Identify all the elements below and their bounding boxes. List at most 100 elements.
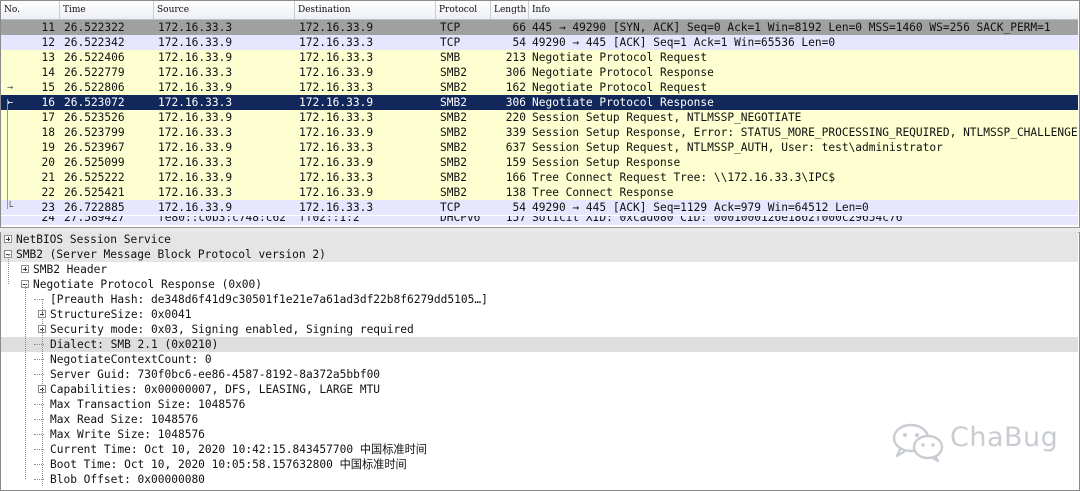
packet-row[interactable]: 21 26.525222 172.16.33.9 172.16.33.3 SMB2 166… [1, 170, 1078, 185]
column-header-destination[interactable]: Destination [294, 1, 435, 19]
packet-cell-proto: SMB2 [440, 141, 467, 154]
packet-list[interactable]: No. Time Source Destination Protocol Len… [1, 1, 1078, 227]
packet-cell-time: 26.525421 [64, 186, 125, 199]
packet-cell-dst: 172.16.33.3 [299, 51, 374, 64]
packet-cell-info: Negotiate Protocol Response [532, 96, 714, 109]
packet-cell-len: 162 [505, 81, 526, 94]
tree-item[interactable]: Security mode: 0x03, Signing enabled, Si… [1, 322, 1078, 337]
packet-row[interactable]: 19 26.523967 172.16.33.9 172.16.33.3 SMB2 637… [1, 140, 1078, 155]
packet-cell-src: 172.16.33.3 [158, 66, 233, 79]
packet-row[interactable]: 15 26.522806 172.16.33.9 172.16.33.3 SMB2 162… [1, 80, 1078, 95]
packet-cell-len: 637 [505, 141, 526, 154]
packet-cell-dst: 172.16.33.9 [299, 126, 374, 139]
tree-item-label: SMB2 (Server Message Block Protocol vers… [16, 248, 326, 261]
tree-item[interactable]: NegotiateContextCount: 0 [1, 352, 1078, 367]
tree-item[interactable]: Max Transaction Size: 1048576 [1, 397, 1078, 412]
column-header-length[interactable]: Length [490, 1, 528, 19]
tree-item[interactable]: Server Guid: 730f0bc6-ee86-4587-8192-8a3… [1, 367, 1078, 382]
expand-icon[interactable] [4, 235, 12, 243]
packet-row[interactable]: 13 26.522406 172.16.33.9 172.16.33.3 SMB 213 N… [1, 50, 1078, 65]
packet-cell-dst: 172.16.33.3 [299, 171, 374, 184]
packet-row[interactable]: 18 26.523799 172.16.33.3 172.16.33.9 SMB2 339… [1, 125, 1078, 140]
packet-row[interactable]: 20 26.525099 172.16.33.3 172.16.33.9 SMB2 159… [1, 155, 1078, 170]
packet-cell-proto: SMB2 [440, 156, 467, 169]
tree-item[interactable]: SMB2 Header [1, 262, 1078, 277]
tree-item[interactable]: Capabilities: 0x00000007, DFS, LEASING, … [1, 382, 1078, 397]
packet-cell-time: 27.589427 [64, 216, 125, 224]
packet-cell-info: Negotiate Protocol Request [532, 51, 708, 64]
packet-cell-info: 49290 → 445 [ACK] Seq=1 Ack=1 Win=65536 … [532, 36, 836, 49]
watermark-text: ChaBug [950, 422, 1059, 453]
packet-row[interactable]: 24 27.589427 fe80::c0b3:c748:c62 ff02::1:2 D… [1, 216, 1078, 225]
packet-row[interactable]: 17 26.523526 172.16.33.9 172.16.33.3 SMB2 220… [1, 110, 1078, 125]
related-packet-marker [1, 50, 19, 65]
packet-cell-dst: 172.16.33.9 [299, 186, 374, 199]
tree-item[interactable]: Dialect: SMB 2.1 (0x0210) [1, 337, 1078, 352]
packet-cell-src: 172.16.33.9 [158, 36, 233, 49]
tree-item-label: Max Write Size: 1048576 [50, 428, 205, 441]
tree-item[interactable]: SMB2 (Server Message Block Protocol vers… [1, 247, 1078, 262]
packet-cell-time: 26.523967 [64, 141, 125, 154]
packet-row-selected[interactable]: 16 26.523072 172.16.33.3 172.16.33.9 SMB2 306… [1, 95, 1078, 110]
packet-cell-src: 172.16.33.9 [158, 111, 233, 124]
packet-cell-info: Session Setup Request, NTLMSSP_AUTH, Use… [532, 141, 943, 154]
packet-row[interactable]: 11 26.522322 172.16.33.3 172.16.33.9 TCP 66 44… [1, 20, 1078, 35]
packet-cell-info: 445 → 49290 [SYN, ACK] Seq=0 Ack=1 Win=8… [532, 21, 1051, 34]
packet-cell-proto: SMB2 [440, 66, 467, 79]
related-packet-marker: └ [6, 202, 14, 213]
packet-cell-src: 172.16.33.3 [158, 96, 233, 109]
packet-cell-src: 172.16.33.9 [158, 141, 233, 154]
packet-cell-info: Session Setup Request, NTLMSSP_NEGOTIATE [532, 111, 802, 124]
packet-cell-dst: 172.16.33.9 [299, 96, 374, 109]
column-header-info[interactable]: Info [528, 1, 1078, 19]
tree-item-label: [Preauth Hash: de348d6f41d9c30501f1e21e7… [50, 293, 488, 306]
related-packet-marker: → [6, 82, 14, 93]
packet-cell-time: 26.522342 [64, 36, 125, 49]
tree-item[interactable]: Negotiate Protocol Response (0x00) [1, 277, 1078, 292]
packet-row[interactable]: 22 26.525421 172.16.33.3 172.16.33.9 SMB2 138… [1, 185, 1078, 200]
tree-item-label: Negotiate Protocol Response (0x00) [33, 278, 263, 291]
packet-cell-proto: SMB2 [440, 171, 467, 184]
packet-cell-time: 26.523799 [64, 126, 125, 139]
tree-item[interactable]: Blob Offset: 0x00000080 [1, 472, 1078, 487]
packet-row[interactable]: 23 26.722885 172.16.33.9 172.16.33.3 TCP 54 49… [1, 200, 1078, 215]
packet-cell-len: 306 [505, 96, 526, 109]
packet-cell-dst: ff02::1:2 [299, 216, 360, 224]
tree-item[interactable]: NetBIOS Session Service [1, 232, 1078, 247]
tree-item[interactable]: StructureSize: 0x0041 [1, 307, 1078, 322]
packet-cell-info: Session Setup Response [532, 156, 681, 169]
column-header-no[interactable]: No. [1, 1, 59, 19]
column-header-source[interactable]: Source [153, 1, 294, 19]
related-packet-marker [1, 65, 19, 80]
packet-cell-time: 26.525222 [64, 171, 125, 184]
packet-cell-src: 172.16.33.9 [158, 201, 233, 214]
packet-cell-dst: 172.16.33.3 [299, 201, 374, 214]
tree-item-label: Dialect: SMB 2.1 (0x0210) [50, 338, 219, 351]
column-header-protocol[interactable]: Protocol [435, 1, 490, 19]
column-header-time[interactable]: Time [59, 1, 153, 19]
packet-cell-len: 306 [505, 66, 526, 79]
related-packet-marker [1, 185, 19, 200]
packet-cell-info: Tree Connect Request Tree: \\172.16.33.3… [532, 171, 836, 184]
packet-row[interactable]: 14 26.522779 172.16.33.3 172.16.33.9 SMB2 306… [1, 65, 1078, 80]
tree-connector [42, 299, 43, 486]
tree-item-label: Boot Time: Oct 10, 2020 10:05:58.1576328… [50, 458, 407, 471]
packet-cell-dst: 172.16.33.3 [299, 141, 374, 154]
packet-cell-info: 49290 → 445 [ACK] Seq=1129 Ack=979 Win=6… [532, 201, 869, 214]
packet-cell-proto: SMB2 [440, 126, 467, 139]
packet-cell-dst: 172.16.33.3 [299, 81, 374, 94]
tree-item[interactable]: [Preauth Hash: de348d6f41d9c30501f1e21e7… [1, 292, 1078, 307]
packet-cell-time: 26.522406 [64, 51, 125, 64]
watermark: ChaBug [890, 420, 1070, 464]
tree-connector [25, 284, 26, 479]
packet-cell-time: 26.522779 [64, 66, 125, 79]
packet-cell-src: fe80::c0b3:c748:c62 [158, 216, 286, 224]
expand-icon[interactable] [21, 265, 29, 273]
tree-item-label: Capabilities: 0x00000007, DFS, LEASING, … [50, 383, 381, 396]
packet-cell-proto: TCP [440, 36, 461, 49]
packet-cell-dst: 172.16.33.3 [299, 36, 374, 49]
packet-cell-src: 172.16.33.9 [158, 171, 233, 184]
packet-cell-len: 54 [512, 201, 526, 214]
packet-row[interactable]: 12 26.522342 172.16.33.9 172.16.33.3 TCP 54 49… [1, 35, 1078, 50]
packet-cell-time: 26.522322 [64, 21, 125, 34]
